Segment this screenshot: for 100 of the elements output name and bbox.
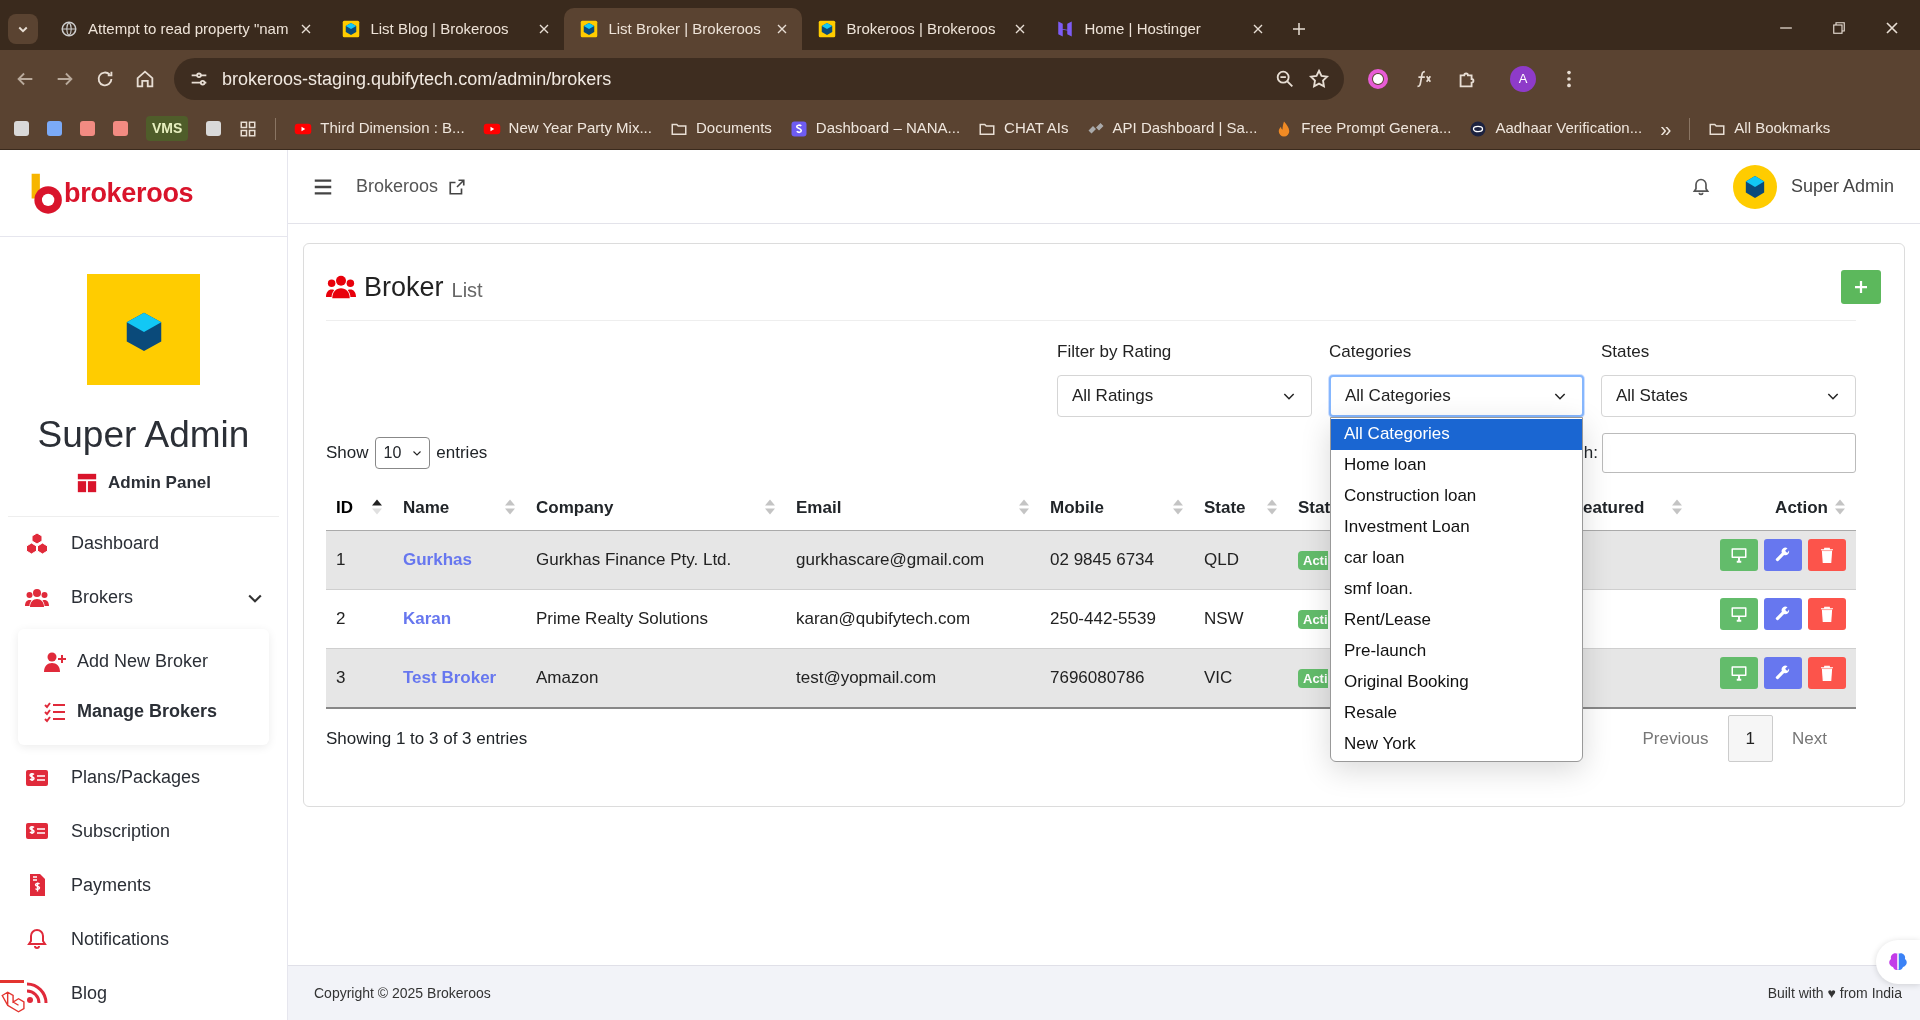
bookmark-link[interactable]: CHAT AIs [1004, 117, 1069, 140]
column-header[interactable]: eatured [1583, 494, 1645, 520]
dropdown-option[interactable]: car loan [1331, 542, 1582, 574]
cube-icon [342, 20, 361, 38]
menu-item[interactable]: Blog [71, 982, 108, 1003]
column-header[interactable]: ID [336, 494, 353, 520]
trash-icon [1818, 664, 1836, 682]
dropdown-option[interactable]: Construction loan [1331, 480, 1582, 512]
search-label: h: [1583, 441, 1598, 464]
browser-tab[interactable]: Attempt to read property "nam [44, 8, 327, 50]
user-name: Super Admin [36, 412, 251, 457]
select-field[interactable]: All States [1601, 374, 1856, 417]
external-link-icon[interactable] [448, 177, 467, 196]
bell-icon[interactable] [1690, 176, 1711, 197]
apps-icon[interactable] [239, 119, 258, 138]
bell-icon [25, 927, 49, 952]
copyright-link[interactable]: Brokeroos [427, 984, 491, 1001]
browser-tab[interactable]: List Blog | Brokeroos [326, 8, 565, 50]
dropdown-option[interactable]: Original Booking [1331, 666, 1582, 698]
ring-icon[interactable] [1366, 67, 1390, 91]
bookmark-link[interactable]: Aadhaar Verification... [1495, 117, 1643, 140]
bookmark-link[interactable]: All Bookmarks [1734, 117, 1831, 140]
dropdown-option[interactable]: smf loan. [1331, 573, 1582, 605]
submenu-item[interactable]: Manage Brokers [18, 686, 269, 737]
show-label: Show [326, 441, 369, 464]
avatar-icon [1732, 164, 1777, 209]
browser-tab[interactable]: Home | Hostinger [1040, 8, 1279, 50]
wrench-icon [1774, 664, 1792, 682]
address-bar[interactable]: brokeroos-staging.qubifytech.com/admin/brokers [174, 58, 1344, 100]
tab-search-button[interactable] [8, 14, 38, 44]
browser-tab[interactable]: List Broker | Brokeroos [564, 8, 803, 50]
column-header[interactable]: Mobile [1050, 494, 1104, 520]
monitor-icon [1730, 664, 1748, 682]
column-header[interactable]: Company [536, 494, 614, 520]
site-link[interactable]: Brokeroos [356, 173, 439, 200]
page-button[interactable]: 1 [1727, 715, 1774, 762]
submenu-item[interactable]: Add New Broker [18, 636, 269, 687]
user-name[interactable]: Super Admin [1790, 173, 1894, 200]
column-header[interactable]: Action [1775, 494, 1828, 520]
table-cell: 250-442-5539 [1040, 589, 1194, 649]
column-header[interactable]: Stat [1298, 494, 1331, 520]
bookmark-link[interactable]: New Year Party Mix... [508, 117, 652, 140]
dropdown-option[interactable]: Pre-launch [1331, 635, 1582, 667]
edit-button[interactable] [1764, 657, 1802, 689]
dropdown-option[interactable]: All Categories [1331, 418, 1582, 450]
filter-label: Categories [1329, 341, 1413, 363]
filter-label: States [1601, 341, 1651, 363]
status-badge: Acti [1298, 610, 1328, 630]
edit-button[interactable] [1764, 598, 1802, 630]
bookmark-link[interactable]: Documents [695, 117, 772, 140]
menu-item[interactable]: Notifications [71, 928, 170, 949]
brand-name[interactable]: brokeroos [64, 172, 194, 214]
assistant-button[interactable] [1876, 940, 1920, 984]
dropdown-option[interactable]: Rent/Lease [1331, 604, 1582, 636]
restore-icon[interactable] [1830, 19, 1848, 37]
select-field[interactable]: All Categories [1329, 374, 1584, 417]
layout-icon [76, 472, 98, 495]
select-field[interactable]: All Ratings [1057, 374, 1312, 417]
delete-button[interactable] [1808, 598, 1846, 630]
dropdown-option[interactable]: Home loan [1331, 449, 1582, 481]
table-cell: test@yopmail.com [786, 648, 1040, 708]
bookmark-icon[interactable] [206, 121, 222, 136]
menu-item[interactable]: Plans/Packages [71, 767, 201, 788]
dropdown-option[interactable]: Investment Loan [1331, 511, 1582, 543]
eye-icon [1469, 119, 1488, 138]
menu-item[interactable]: Dashboard [71, 533, 160, 554]
table-cell: NSW [1194, 589, 1288, 649]
edit-button[interactable] [1764, 539, 1802, 571]
menu-item[interactable]: Payments [71, 874, 152, 895]
rss-icon [25, 981, 49, 1006]
home-icon[interactable] [134, 68, 156, 90]
trash-icon [1818, 546, 1836, 564]
star-icon[interactable] [1308, 68, 1330, 90]
dropdown-option[interactable]: New York [1331, 728, 1582, 760]
dropdown-option[interactable]: Resale [1331, 697, 1582, 729]
bookmark-chip[interactable]: VMS [146, 116, 189, 141]
table-cell: gurkhascare@gmail.com [786, 530, 1040, 590]
sort-icon [1834, 499, 1846, 516]
broker-name-link[interactable]: Karan [403, 609, 452, 629]
search-input[interactable] [1602, 432, 1856, 473]
entries-label: entries [436, 441, 488, 464]
menu-item[interactable]: Brokers [71, 587, 133, 608]
menu-item[interactable]: Subscription [71, 820, 171, 841]
profile-avatar[interactable]: A [1510, 66, 1536, 92]
bookmark-link[interactable]: Third Dimension : B... [320, 117, 465, 140]
sort-icon [1266, 499, 1278, 516]
bookmark-link[interactable]: API Dashboard | Sa... [1112, 117, 1258, 140]
zoom-icon[interactable] [1274, 68, 1296, 90]
delete-button[interactable] [1808, 539, 1846, 571]
page-size-select[interactable]: 10 [374, 436, 431, 469]
table-cell: VIC [1194, 648, 1288, 708]
column-header[interactable]: Name [403, 494, 450, 520]
bookmark-link[interactable]: Free Prompt Genera... [1301, 117, 1452, 140]
column-header[interactable]: Email [796, 494, 842, 520]
delete-button[interactable] [1808, 657, 1846, 689]
more-bookmarks[interactable]: » [1660, 113, 1672, 144]
table-cell: Amazon [526, 648, 786, 708]
browser-tab[interactable]: Brokeroos | Brokeroos [802, 8, 1041, 50]
column-header[interactable]: State [1204, 494, 1246, 520]
bookmark-link[interactable]: Dashboard – NANA... [815, 117, 961, 140]
